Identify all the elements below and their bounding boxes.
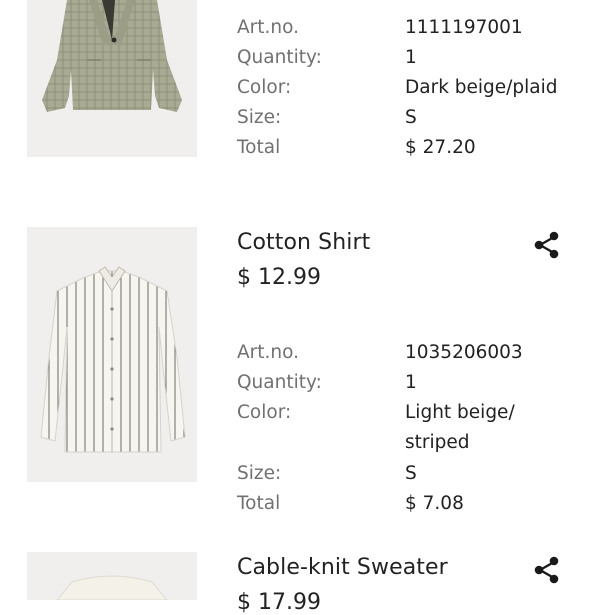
- detail-value: 1035206003: [405, 342, 523, 363]
- product-image-blazer[interactable]: [27, 0, 197, 157]
- product-image-cotton-shirt[interactable]: [27, 227, 197, 482]
- detail-value: $ 7.08: [405, 493, 464, 514]
- detail-label: Art.no.: [237, 17, 299, 38]
- detail-label: Quantity:: [237, 47, 322, 68]
- detail-value: S: [405, 463, 417, 484]
- product-price: $ 12.99: [237, 265, 321, 290]
- detail-label: Color:: [237, 402, 292, 423]
- share-icon: [534, 231, 559, 259]
- detail-label: Quantity:: [237, 372, 322, 393]
- detail-value: $ 27.20: [405, 137, 476, 158]
- product-price: $ 17.99: [237, 590, 321, 615]
- detail-label: Total: [237, 137, 281, 158]
- detail-value: Dark beige/plaid: [405, 77, 558, 98]
- product-title[interactable]: Cable-knit Sweater: [237, 555, 448, 580]
- detail-label: Size:: [237, 107, 282, 128]
- share-button[interactable]: [532, 230, 562, 260]
- detail-label: Total: [237, 493, 281, 514]
- share-button[interactable]: [532, 555, 562, 585]
- detail-value: 1111197001: [405, 17, 523, 38]
- product-image-cable-knit-sweater[interactable]: [27, 552, 197, 600]
- detail-value: 1: [405, 372, 417, 393]
- detail-value: Light beige/ striped: [405, 402, 515, 453]
- detail-label: Size:: [237, 463, 282, 484]
- product-title[interactable]: Cotton Shirt: [237, 230, 370, 255]
- detail-value: 1: [405, 47, 417, 68]
- detail-value: S: [405, 107, 417, 128]
- share-icon: [534, 556, 559, 584]
- detail-label: Art.no.: [237, 342, 299, 363]
- detail-label: Color:: [237, 77, 292, 98]
